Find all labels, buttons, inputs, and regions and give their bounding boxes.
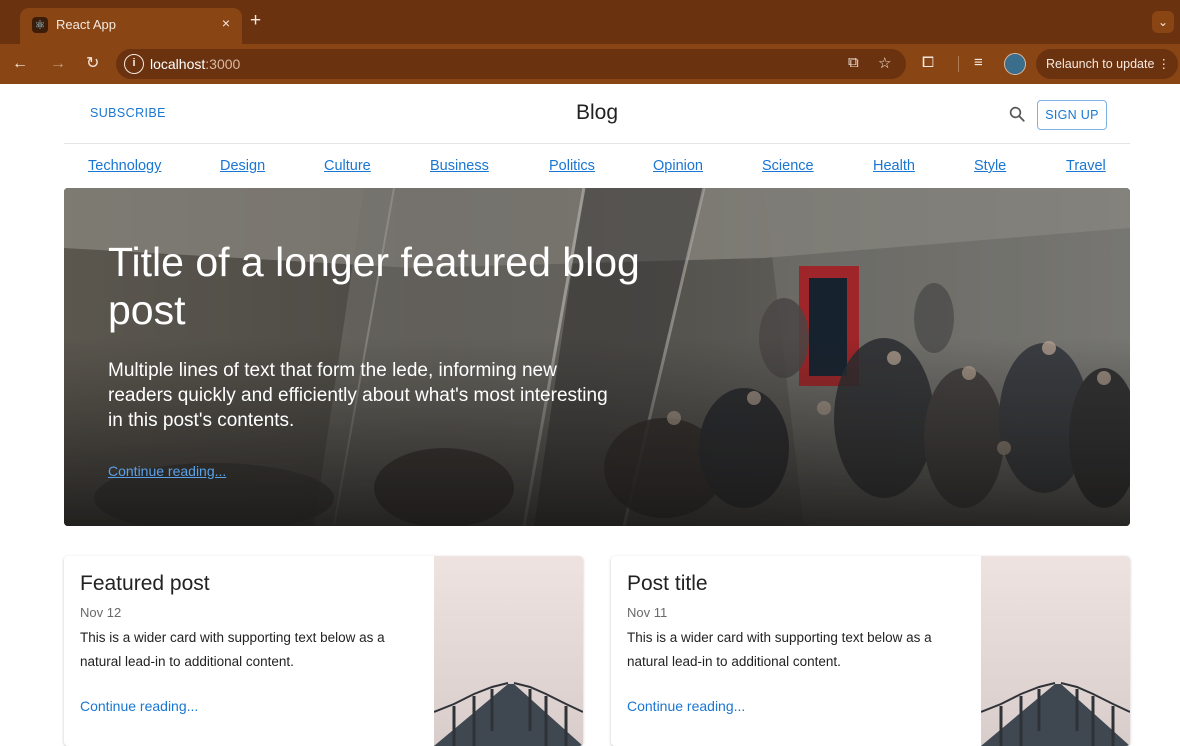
card-date: Nov 11 — [627, 605, 668, 620]
browser-tab-active[interactable]: ⚛ React App × — [20, 8, 242, 44]
site-info-icon[interactable]: i — [124, 54, 144, 74]
address-bar[interactable]: i localhost:3000 ⧉ ☆ — [116, 49, 906, 79]
nav-link-technology[interactable]: Technology — [88, 158, 161, 174]
reading-list-icon[interactable]: ≡ — [974, 54, 983, 71]
card-date: Nov 12 — [80, 605, 122, 620]
forward-arrow-icon[interactable]: → — [50, 53, 66, 75]
tab-search-icon[interactable]: ⌄ — [1152, 11, 1174, 33]
install-app-icon[interactable]: ⧉ — [848, 54, 859, 71]
nav-link-business[interactable]: Business — [430, 158, 489, 174]
nav-link-travel[interactable]: Travel — [1066, 158, 1106, 174]
nav-link-health[interactable]: Health — [873, 158, 915, 174]
back-arrow-icon[interactable]: ← — [12, 53, 28, 75]
extensions-puzzle-icon[interactable]: ⧠ — [922, 54, 934, 71]
reload-icon[interactable]: ↻ — [86, 53, 99, 75]
relaunch-label: Relaunch to update — [1046, 57, 1155, 71]
nav-link-science[interactable]: Science — [762, 158, 814, 174]
nav-link-culture[interactable]: Culture — [324, 158, 371, 174]
tab-title: React App — [56, 17, 116, 32]
card-image-pier — [981, 556, 1130, 746]
browser-toolbar: ← → ↻ i localhost:3000 ⧉ ☆ ⧠ ≡ Relaunch … — [0, 44, 1180, 84]
card-image-pier — [434, 556, 583, 746]
card-text: This is a wider card with supporting tex… — [80, 630, 385, 669]
blog-header: SUBSCRIBE Blog SIGN UP — [64, 84, 1130, 144]
card-title: Featured post — [80, 572, 210, 595]
relaunch-button[interactable]: Relaunch to update ⋮ — [1036, 49, 1178, 79]
nav-link-style[interactable]: Style — [974, 158, 1006, 174]
section-nav: Technology Design Culture Business Polit… — [64, 146, 1130, 188]
card-continue-reading-link[interactable]: Continue reading... — [80, 698, 198, 714]
page-content: SUBSCRIBE Blog SIGN UP Technology Design… — [0, 84, 1180, 746]
search-icon[interactable] — [1008, 105, 1026, 123]
tab-close-icon[interactable]: × — [222, 15, 230, 31]
address-url[interactable]: localhost:3000 — [150, 56, 240, 72]
sign-up-button[interactable]: SIGN UP — [1037, 100, 1107, 130]
browser-tab-strip: ⚛ React App × + ⌄ — [0, 0, 1180, 44]
new-tab-button[interactable]: + — [250, 11, 261, 31]
nav-link-politics[interactable]: Politics — [549, 158, 595, 174]
nav-link-design[interactable]: Design — [220, 158, 265, 174]
post-card[interactable]: Post title Nov 11 This is a wider card w… — [611, 556, 1130, 746]
react-logo-icon: ⚛ — [32, 17, 48, 33]
bookmark-star-icon[interactable]: ☆ — [878, 54, 891, 72]
featured-hero: Title of a longer featured blog post Mul… — [64, 188, 1130, 526]
card-continue-reading-link[interactable]: Continue reading... — [627, 698, 745, 714]
profile-avatar[interactable] — [1004, 53, 1026, 75]
blog-title: Blog — [575, 101, 619, 124]
nav-link-opinion[interactable]: Opinion — [653, 158, 703, 174]
card-text: This is a wider card with supporting tex… — [627, 630, 932, 669]
card-title: Post title — [627, 572, 708, 595]
hero-continue-reading-link[interactable]: Continue reading... — [108, 463, 226, 479]
toolbar-divider — [958, 56, 959, 72]
featured-post-card[interactable]: Featured post Nov 12 This is a wider car… — [64, 556, 583, 746]
browser-menu-icon[interactable]: ⋮ — [1158, 49, 1171, 79]
hero-lede: Multiple lines of text that form the led… — [108, 360, 608, 431]
hero-title: Title of a longer featured blog post — [108, 239, 640, 333]
